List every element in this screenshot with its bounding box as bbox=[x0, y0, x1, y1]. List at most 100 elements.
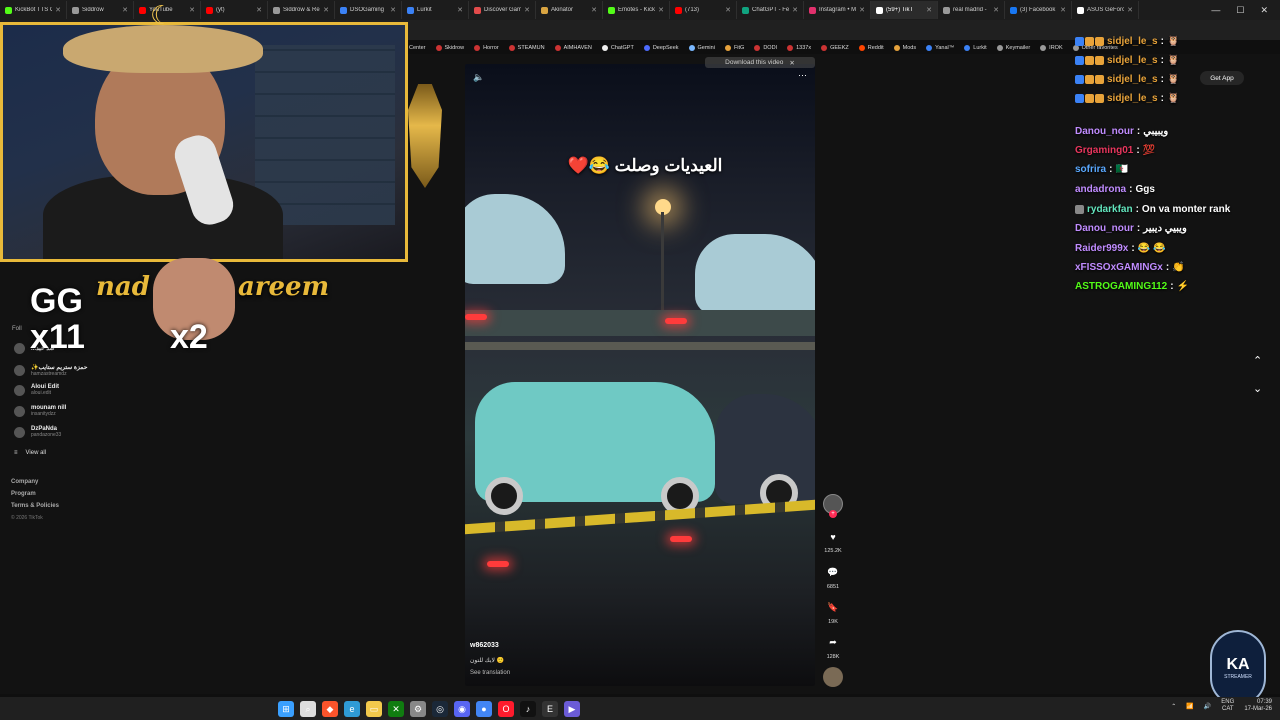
close-window-button[interactable]: ✕ bbox=[1260, 5, 1268, 16]
browser-tab[interactable]: (3) Facebook ✕ bbox=[1005, 1, 1072, 19]
tab-close-icon[interactable]: ✕ bbox=[993, 6, 999, 14]
more-options-icon[interactable]: ⋯ bbox=[798, 70, 807, 81]
discord-icon[interactable]: ◉ bbox=[454, 701, 470, 717]
bookmark-item[interactable]: Reddit bbox=[858, 45, 884, 51]
chat-username[interactable]: Grgaming01 bbox=[1075, 145, 1133, 156]
chat-username[interactable]: sofrira bbox=[1075, 164, 1106, 175]
next-video-button[interactable]: ⌄ bbox=[1253, 382, 1262, 395]
like-button[interactable]: ♥ 125.2K bbox=[820, 532, 846, 554]
tab-close-icon[interactable]: ✕ bbox=[1127, 6, 1133, 14]
chat-username[interactable]: sidjel_le_s bbox=[1107, 55, 1158, 66]
tab-close-icon[interactable]: ✕ bbox=[658, 6, 664, 14]
bookmark-item[interactable]: STEAMUN bbox=[508, 45, 545, 51]
tab-close-icon[interactable]: ✕ bbox=[323, 6, 329, 14]
bookmark-item[interactable]: Mods bbox=[893, 45, 916, 51]
chat-username[interactable]: sidjel_le_s bbox=[1107, 36, 1158, 47]
explorer-icon[interactable]: ▭ bbox=[366, 701, 382, 717]
close-icon[interactable]: ✕ bbox=[789, 59, 794, 67]
browser-tab[interactable]: ChatGPT - Fen ✕ bbox=[737, 1, 804, 19]
volume-tray-icon[interactable]: 🔊 bbox=[1204, 703, 1211, 710]
chevron-up-icon[interactable]: ⌃ bbox=[1171, 703, 1176, 710]
epic-icon[interactable]: E bbox=[542, 701, 558, 717]
footer-company[interactable]: Company bbox=[11, 479, 38, 485]
opera-icon[interactable]: O bbox=[498, 701, 514, 717]
bookmark-item[interactable]: Gemini bbox=[688, 45, 715, 51]
tab-close-icon[interactable]: ✕ bbox=[591, 6, 597, 14]
browser-tab[interactable]: Instagram • M ✕ bbox=[804, 1, 871, 19]
tiktok-icon[interactable]: ♪ bbox=[520, 701, 536, 717]
bookmark-item[interactable]: Skidrow bbox=[435, 45, 464, 51]
tab-close-icon[interactable]: ✕ bbox=[926, 6, 932, 14]
follow-plus-icon[interactable]: + bbox=[829, 510, 837, 518]
steam-icon[interactable]: ◎ bbox=[432, 701, 448, 717]
bookmark-item[interactable]: AIMHAVEN bbox=[554, 45, 592, 51]
browser-tab[interactable]: real madrid - ✕ bbox=[938, 1, 1005, 19]
start-icon[interactable]: ⊞ bbox=[278, 701, 294, 717]
browser-tab[interactable]: Discover Gam ✕ bbox=[469, 1, 536, 19]
previous-video-button[interactable]: ⌃ bbox=[1253, 354, 1262, 367]
language-indicator[interactable]: ENG CAT bbox=[1221, 699, 1234, 713]
chat-username[interactable]: xFISSOxGAMINGx bbox=[1075, 262, 1163, 273]
chat-username[interactable]: rydarkfan bbox=[1087, 204, 1133, 215]
brave-icon[interactable]: ◆ bbox=[322, 701, 338, 717]
following-account[interactable]: mounam nill insanitydzz bbox=[14, 405, 66, 417]
browser-tab[interactable]: Siddrow ✕ bbox=[67, 1, 134, 19]
get-app-button[interactable]: Get App bbox=[1200, 71, 1244, 85]
browser-tab[interactable]: (yt) ✕ bbox=[201, 1, 268, 19]
comment-button[interactable]: 💬 6851 bbox=[820, 567, 846, 590]
bookmark-item[interactable]: FitG bbox=[724, 45, 744, 51]
browser-tab[interactable]: KickBot TTS C ✕ bbox=[0, 1, 67, 19]
chrome-icon[interactable]: ● bbox=[476, 701, 492, 717]
video-player[interactable]: العيديات وصلت 😂❤️ 🔈 ⋯ w862033 لايك للتون… bbox=[465, 64, 815, 686]
bookmark-item[interactable]: ChatGPT bbox=[601, 45, 634, 51]
minimize-button[interactable]: — bbox=[1211, 5, 1220, 15]
share-button[interactable]: ➦ 128K bbox=[820, 637, 846, 660]
view-all-link[interactable]: ≡ View all bbox=[14, 450, 46, 456]
see-translation-link[interactable]: See translation bbox=[470, 670, 510, 676]
bookmark-item[interactable]: IROK bbox=[1040, 45, 1063, 51]
chat-username[interactable]: andadrona bbox=[1075, 184, 1126, 195]
search-icon[interactable]: ⌕ bbox=[300, 701, 316, 717]
bookmark-item[interactable]: Yanal™ bbox=[926, 45, 954, 51]
video-author[interactable]: w862033 bbox=[470, 642, 499, 649]
maximize-button[interactable]: ☐ bbox=[1236, 5, 1244, 16]
bookmark-item[interactable]: Horror bbox=[474, 45, 499, 51]
settings-icon[interactable]: ⚙ bbox=[410, 701, 426, 717]
browser-tab[interactable]: (713) ✕ bbox=[670, 1, 737, 19]
browser-tab[interactable]: Lurkit ✕ bbox=[402, 1, 469, 19]
tab-close-icon[interactable]: ✕ bbox=[1060, 6, 1066, 14]
bookmark-item[interactable]: Keymailer bbox=[996, 45, 1030, 51]
music-disc-avatar[interactable] bbox=[823, 667, 843, 687]
browser-tab[interactable]: ASUS GeForce✕ bbox=[1072, 1, 1139, 19]
browser-tab[interactable]: (59+) TikT ✕ bbox=[871, 1, 938, 19]
wifi-icon[interactable]: 📶 bbox=[1186, 703, 1193, 710]
tab-close-icon[interactable]: ✕ bbox=[524, 6, 530, 14]
tab-close-icon[interactable]: ✕ bbox=[390, 6, 396, 14]
chat-username[interactable]: Danou_nour bbox=[1075, 126, 1134, 137]
footer-terms[interactable]: Terms & Policies bbox=[11, 503, 59, 509]
download-video-pill[interactable]: Download this video ✕ bbox=[705, 57, 815, 68]
chat-username[interactable]: Danou_nour bbox=[1075, 223, 1134, 234]
tab-close-icon[interactable]: ✕ bbox=[256, 6, 262, 14]
clock[interactable]: 07:39 17-Mar-26 bbox=[1244, 699, 1272, 713]
chat-username[interactable]: sidjel_le_s bbox=[1107, 74, 1158, 85]
tab-close-icon[interactable]: ✕ bbox=[457, 6, 463, 14]
bookmark-item[interactable]: Lurkit bbox=[964, 45, 987, 51]
browser-tab[interactable]: Emotes - Kick ✕ bbox=[603, 1, 670, 19]
xbox-icon[interactable]: ✕ bbox=[388, 701, 404, 717]
tab-close-icon[interactable]: ✕ bbox=[55, 6, 61, 14]
bookmark-item[interactable]: GEEKZ bbox=[821, 45, 849, 51]
chat-username[interactable]: Raider999x bbox=[1075, 243, 1128, 254]
tab-close-icon[interactable]: ✕ bbox=[792, 6, 798, 14]
browser-tab[interactable]: Akinator ✕ bbox=[536, 1, 603, 19]
browser-tab[interactable]: DSOGaming ✕ bbox=[335, 1, 402, 19]
tab-close-icon[interactable]: ✕ bbox=[859, 6, 865, 14]
save-button[interactable]: 🔖 19K bbox=[820, 602, 846, 625]
bookmark-item[interactable]: DeepSeek bbox=[643, 45, 679, 51]
bookmark-item[interactable]: 1337x bbox=[787, 45, 811, 51]
edge-icon[interactable]: e bbox=[344, 701, 360, 717]
chat-username[interactable]: ASTROGAMING112 bbox=[1075, 281, 1167, 292]
bookmark-item[interactable]: DODI bbox=[754, 45, 777, 51]
chat-username[interactable]: sidjel_le_s bbox=[1107, 93, 1158, 104]
tab-close-icon[interactable]: ✕ bbox=[725, 6, 731, 14]
